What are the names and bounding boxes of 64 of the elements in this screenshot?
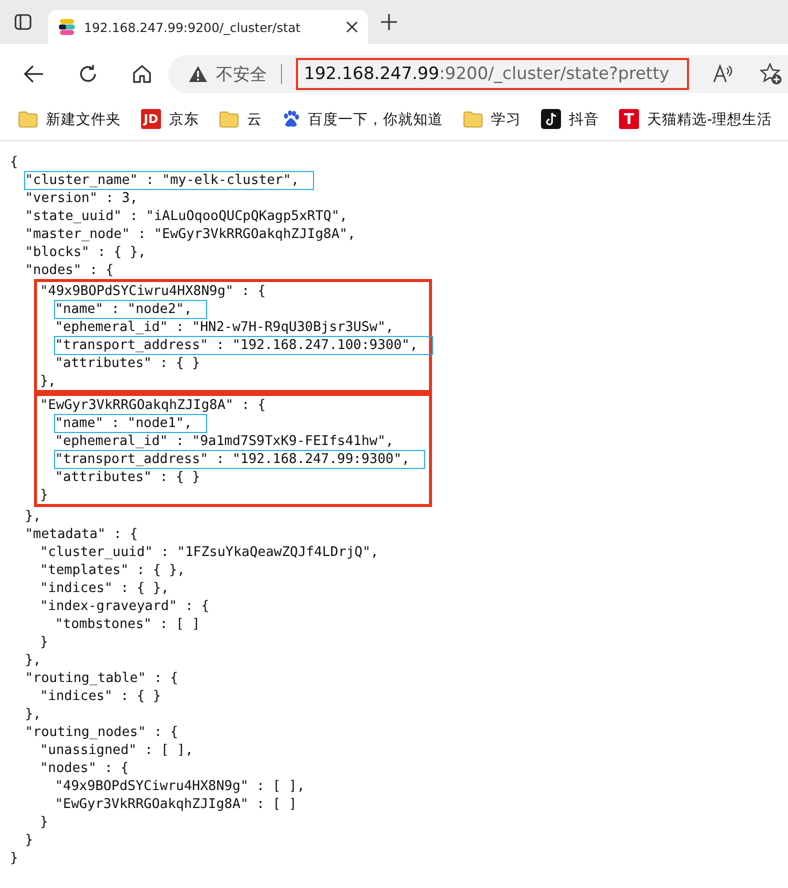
json-line: "metadata" : {	[24, 526, 139, 544]
json-line: "ephemeral_id" : "9a1md7S9TxK9-FEIfs41hw",	[54, 433, 395, 451]
url-host: 192.168.247.99	[304, 64, 440, 84]
tab-title: 192.168.247.99:9200/_cluster/stat	[84, 20, 302, 34]
json-line: "attributes" : { }	[54, 469, 202, 487]
json-line: "attributes" : { }	[54, 355, 202, 373]
site-logo-icon	[58, 18, 76, 36]
bookmark-item[interactable]: 百度一下，你就知道	[282, 110, 443, 128]
json-line: }	[9, 850, 20, 868]
bookmark-logo-icon: JD	[141, 109, 161, 129]
folder-icon	[18, 110, 38, 128]
new-tab-icon[interactable]	[380, 13, 398, 31]
bookmark-item[interactable]: 学习	[463, 110, 521, 128]
warning-icon	[188, 65, 208, 83]
json-line: "EwGyr3VkRRGOakqhZJIg8A" : [ ]	[54, 796, 298, 814]
json-line: "indices" : { },	[39, 580, 170, 598]
url-path: :9200/_cluster/state?pretty	[439, 64, 670, 84]
browser-tab[interactable]: 192.168.247.99:9200/_cluster/stat	[48, 10, 368, 44]
bookmark-item[interactable]: 抖音	[541, 109, 599, 129]
paw-icon	[282, 110, 300, 128]
json-line: "index-graveyard" : {	[39, 598, 210, 616]
json-line: "nodes" : {	[24, 262, 115, 280]
json-line: }	[24, 832, 34, 850]
json-line: },	[24, 652, 42, 670]
json-line: }	[39, 634, 50, 652]
read-aloud-icon[interactable]	[712, 64, 734, 84]
json-line: "state_uuid" : "iALuOqooQUCpQKagp5xRTQ",	[24, 208, 348, 226]
folder-icon	[219, 110, 239, 128]
json-line: "ephemeral_id" : "HN2-w7H-R9qU30Bjsr3USw",	[54, 319, 395, 337]
bookmark-item[interactable]: 云	[219, 110, 262, 128]
json-line: }	[39, 814, 50, 832]
json-line: }	[39, 487, 50, 505]
folder-icon	[463, 110, 483, 128]
json-line: "tombstones" : [ ]	[54, 616, 202, 634]
json-line: },	[24, 508, 42, 526]
json-line: "49x9BOPdSYCiwru4HX8N9g" : [ ],	[54, 778, 306, 796]
security-label: 不安全	[216, 64, 267, 86]
json-line: "unassigned" : [ ],	[39, 742, 194, 760]
bookmark-item[interactable]: JD 京东	[141, 109, 199, 129]
address-bar[interactable]: 不安全 192.168.247.99:9200/_cluster/state?pretty	[168, 55, 788, 93]
json-line: "EwGyr3VkRRGOakqhZJIg8A" : {	[39, 397, 267, 415]
bookmark-item[interactable]: 新建文件夹	[18, 110, 121, 128]
json-line: },	[24, 706, 42, 724]
refresh-icon[interactable]	[78, 64, 98, 84]
bookmark-logo-icon: T	[619, 109, 639, 129]
json-line: {	[9, 154, 20, 172]
back-icon[interactable]	[24, 65, 44, 83]
favorite-add-icon[interactable]	[760, 63, 782, 85]
json-line: "cluster_uuid" : "1FZsuYkaQeawZQJf4LDrjQ",	[39, 544, 380, 562]
json-line: "master_node" : "EwGyr3VkRRGOakqhZJIg8A",	[24, 226, 357, 244]
json-line: "indices" : { }	[39, 688, 162, 706]
close-icon[interactable]	[346, 21, 358, 33]
json-line: "49x9BOPdSYCiwru4HX8N9g" : {	[39, 283, 267, 301]
json-line: "blocks" : { },	[24, 244, 147, 262]
tab-list-icon[interactable]	[14, 13, 32, 31]
json-line: "nodes" : {	[39, 760, 130, 778]
json-line: "routing_nodes" : {	[24, 724, 180, 742]
music-note-icon	[541, 109, 561, 129]
json-line: },	[39, 373, 58, 391]
bookmark-item[interactable]: T 天猫精选-理想生活	[619, 109, 772, 129]
json-line: "routing_table" : {	[24, 670, 180, 688]
home-icon[interactable]	[132, 64, 152, 84]
json-line: "version" : 3,	[24, 190, 139, 208]
json-line: "templates" : { },	[39, 562, 186, 580]
